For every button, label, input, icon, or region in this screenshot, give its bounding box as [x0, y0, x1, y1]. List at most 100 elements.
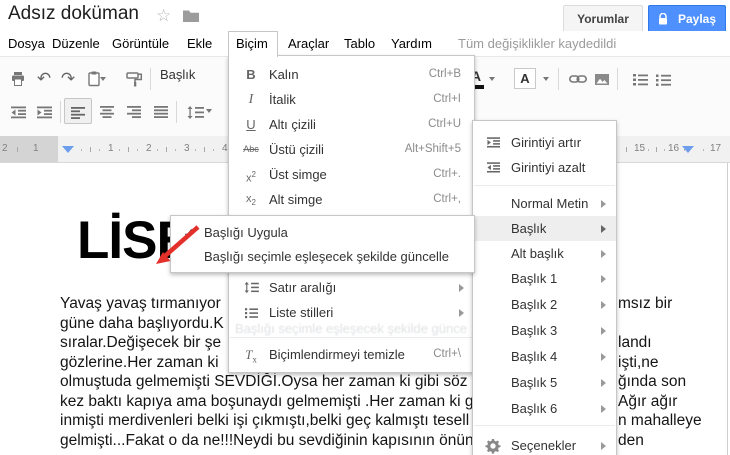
- submenu-arrow-icon: [601, 224, 606, 233]
- menu-item-line-spacing[interactable]: Satır aralığı: [229, 275, 474, 300]
- doc-text-line[interactable]: kez baktı kapıya ama boşunaydı gelmemişt…: [60, 393, 474, 413]
- insert-link-button[interactable]: [566, 67, 590, 91]
- menu-araçlar[interactable]: Araçlar: [288, 31, 329, 56]
- increase-indent-button[interactable]: [32, 100, 56, 124]
- highlight-color-button[interactable]: A: [514, 68, 536, 89]
- menu-görüntüle[interactable]: Görüntüle: [112, 31, 169, 56]
- submenu-item-heading-5[interactable]: Başlık 5: [473, 370, 616, 395]
- align-right-button[interactable]: [122, 100, 146, 124]
- doc-text-line[interactable]: Yavaş yavaş tırmanıyor: [60, 295, 221, 315]
- menu-item-strikethrough[interactable]: Abc Üstü çizili Alt+Shift+5: [229, 137, 474, 162]
- doc-text-line-right[interactable]: işti,ne: [618, 354, 659, 374]
- doc-text-line[interactable]: güne daha başlıyordu.K: [60, 315, 224, 335]
- doc-text-line-right[interactable]: n mahalleye: [618, 412, 702, 432]
- submenu-arrow-icon: [601, 274, 606, 283]
- align-center-button[interactable]: [95, 100, 119, 124]
- menu-item-italic[interactable]: I İtalik Ctrl+I: [229, 87, 474, 112]
- doc-text-line-right[interactable]: ğında son: [618, 373, 686, 393]
- submenu-arrow-icon: [459, 308, 464, 317]
- indent-marker-left[interactable]: [62, 146, 74, 153]
- bold-icon: B: [246, 67, 256, 82]
- star-icon[interactable]: ☆: [156, 6, 171, 26]
- submenu-arrow-icon: [459, 283, 464, 292]
- folder-icon[interactable]: [182, 9, 200, 23]
- menu-separator: [474, 185, 615, 186]
- menu-dosya[interactable]: Dosya: [8, 31, 45, 56]
- submenu-item-subtitle[interactable]: Alt başlık: [473, 241, 616, 266]
- menu-item-underline[interactable]: U Altı çizili Ctrl+U: [229, 112, 474, 137]
- line-spacing-button[interactable]: [183, 100, 207, 124]
- indent-marker-right[interactable]: [682, 146, 694, 153]
- menu-item-clear-formatting[interactable]: Tx Biçimlendirmeyi temizle Ctrl+\: [229, 342, 474, 367]
- line-spacing-icon: [239, 275, 263, 300]
- numbered-list-button[interactable]: [628, 67, 652, 91]
- ruler-number: 2: [146, 143, 152, 154]
- submenu-item-heading-1[interactable]: Başlık 1: [473, 266, 616, 291]
- underline-icon: U: [246, 117, 256, 132]
- submenu-item-options[interactable]: Seçenekler: [473, 433, 616, 455]
- menu-tablo[interactable]: Tablo: [344, 31, 375, 56]
- doc-text-line-right[interactable]: den: [618, 432, 644, 452]
- doc-text-line[interactable]: sıralar.Değişecek bir şe: [60, 334, 221, 354]
- popup-item-update-heading[interactable]: Başlığı seçimle eşleşecek şekilde güncel…: [171, 244, 474, 270]
- page-right-edge: [727, 140, 728, 455]
- submenu-item-heading[interactable]: Başlık: [473, 216, 616, 241]
- submenu-item-heading-4[interactable]: Başlık 4: [473, 344, 616, 369]
- toolbar-separator: [176, 101, 177, 123]
- justify-button[interactable]: [149, 100, 173, 124]
- bulleted-list-button[interactable]: [651, 67, 675, 91]
- print-button[interactable]: [6, 67, 30, 91]
- undo-icon: ↶: [36, 69, 52, 88]
- ruler-number: 4: [222, 143, 228, 154]
- doc-text-line-right[interactable]: Ağır ağır: [618, 393, 677, 413]
- line-spacing-caret[interactable]: [206, 109, 212, 113]
- menu-item-superscript[interactable]: x2 Üst simge Ctrl+.: [229, 162, 474, 187]
- submenu-arrow-icon: [601, 249, 606, 258]
- submenu-item-heading-2[interactable]: Başlık 2: [473, 292, 616, 317]
- menu-item-subscript[interactable]: x2 Alt simge Ctrl+,: [229, 187, 474, 212]
- italic-icon: I: [248, 92, 254, 107]
- strikethrough-icon: Abc: [243, 144, 259, 154]
- document-title[interactable]: Adsız doküman: [8, 3, 139, 25]
- submenu-item-normal-text[interactable]: Normal Metin: [473, 191, 616, 216]
- submenu-item-decrease-indent[interactable]: Girintiyi azalt: [473, 155, 616, 180]
- redo-button[interactable]: ↷: [56, 67, 80, 91]
- ruler-number: 15: [634, 143, 646, 154]
- menu-biçim[interactable]: Biçim: [236, 31, 268, 56]
- redo-icon: ↷: [60, 69, 76, 88]
- comments-button[interactable]: Yorumlar: [563, 5, 643, 34]
- increase-indent-icon: [481, 130, 505, 155]
- doc-text-line[interactable]: gözlerine.Her zaman ki: [60, 354, 219, 374]
- menu-yardım[interactable]: Yardım: [391, 31, 432, 56]
- doc-text-line-right[interactable]: landı: [618, 334, 652, 354]
- insert-image-button[interactable]: [590, 67, 614, 91]
- paint-roller-icon: [125, 71, 142, 86]
- submenu-item-heading-6[interactable]: Başlık 6: [473, 396, 616, 421]
- menu-item-bold[interactable]: B Kalın Ctrl+B: [229, 62, 474, 87]
- doc-text-line[interactable]: olmuştuda gelmemişti SEVDİĞİ.Oysa her za…: [60, 373, 467, 393]
- decrease-indent-button[interactable]: [6, 100, 30, 124]
- text-color-caret[interactable]: [489, 77, 495, 81]
- clipboard-dropdown-caret[interactable]: [100, 77, 106, 81]
- doc-text-line-right[interactable]: msız bir: [618, 295, 672, 315]
- align-left-button[interactable]: [66, 101, 90, 125]
- justify-icon: [154, 106, 168, 118]
- menu-ekle[interactable]: Ekle: [187, 31, 212, 56]
- submenu-item-increase-indent[interactable]: Girintiyi artır: [473, 130, 616, 155]
- doc-text-line[interactable]: gelmişti...Fakat o da ne!!!Neydi bu sevd…: [60, 432, 474, 452]
- doc-text-line[interactable]: inmişti merdivenleri belki işi çıkmıştı,…: [60, 412, 469, 432]
- undo-button[interactable]: ↶: [32, 67, 56, 91]
- bulleted-list-icon: [655, 74, 671, 86]
- submenu-item-heading-3[interactable]: Başlık 3: [473, 318, 616, 343]
- clear-formatting-icon: Tx: [245, 347, 257, 365]
- popup-item-apply-heading[interactable]: ✓ Başlığı Uygula: [171, 220, 474, 246]
- paint-format-button[interactable]: [122, 67, 146, 91]
- highlight-color-caret[interactable]: [543, 77, 549, 81]
- submenu-arrow-icon: [601, 300, 606, 309]
- gear-icon: [481, 433, 505, 455]
- paragraph-style-dropdown[interactable]: Başlık: [160, 67, 195, 82]
- format-menu: B Kalın Ctrl+B I İtalik Ctrl+I U Altı çi…: [228, 55, 475, 373]
- share-button[interactable]: Paylaş: [648, 5, 726, 34]
- toolbar-separator: [60, 101, 61, 123]
- menu-düzenle[interactable]: Düzenle: [52, 31, 100, 56]
